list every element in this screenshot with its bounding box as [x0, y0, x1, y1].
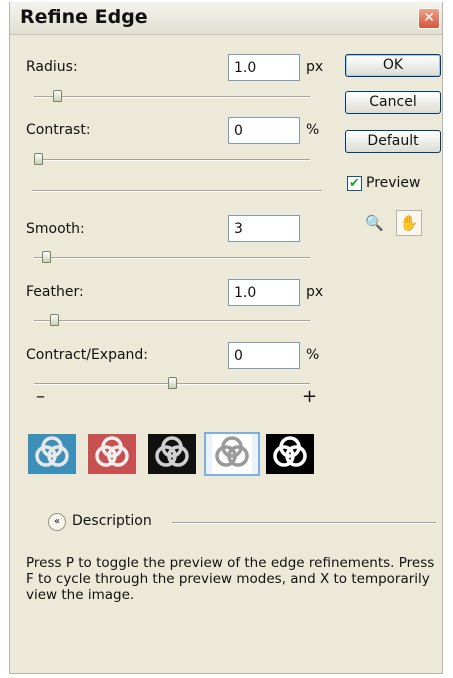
smooth-label: Smooth: — [26, 221, 85, 237]
contrast-input[interactable] — [228, 117, 300, 144]
contract-expand-unit: % — [306, 347, 320, 363]
close-icon[interactable]: ✕ — [418, 8, 440, 29]
refine-edge-dialog: Refine Edge ✕ Radius: px Contrast: % Smo… — [9, 2, 443, 674]
preview-mode-quick-mask[interactable] — [88, 434, 136, 474]
smooth-slider-track[interactable] — [34, 251, 310, 263]
contrast-unit: % — [306, 122, 320, 138]
smooth-input[interactable] — [228, 215, 300, 242]
hand-icon[interactable]: ✋ — [396, 210, 422, 236]
description-divider — [172, 522, 436, 524]
default-button[interactable]: Default — [345, 130, 441, 153]
description-toggle-icon[interactable]: « — [48, 513, 66, 531]
radius-slider-thumb[interactable] — [52, 90, 62, 102]
plus-label: + — [302, 386, 318, 407]
contrast-slider-thumb[interactable] — [34, 153, 43, 165]
section-divider — [32, 190, 322, 192]
preview-label[interactable]: Preview — [366, 175, 421, 191]
description-text: Press P to toggle the preview of the edg… — [26, 555, 435, 603]
feather-slider-thumb[interactable] — [50, 314, 60, 326]
radius-unit: px — [306, 59, 324, 75]
preview-mode-on-white[interactable] — [204, 432, 260, 476]
contrast-slider-track[interactable] — [34, 153, 310, 165]
preview-mode-mask[interactable] — [266, 434, 314, 474]
feather-slider-track[interactable] — [34, 314, 310, 326]
preview-mode-standard[interactable] — [28, 434, 76, 474]
contrast-label: Contrast: — [26, 122, 91, 138]
contract-expand-slider-thumb[interactable] — [167, 377, 177, 389]
radius-slider-track[interactable] — [34, 90, 310, 102]
radius-input[interactable] — [228, 54, 300, 81]
minus-label: – — [36, 386, 45, 407]
magnifier-icon[interactable]: 🔍 — [365, 214, 384, 232]
preview-mode-on-black[interactable] — [148, 434, 196, 474]
cancel-button[interactable]: Cancel — [345, 91, 441, 114]
title-bar: Refine Edge ✕ — [10, 2, 442, 35]
smooth-slider-thumb[interactable] — [42, 251, 51, 263]
contract-expand-label: Contract/Expand: — [26, 347, 149, 363]
contract-expand-slider-track[interactable] — [34, 377, 310, 389]
preview-checkbox[interactable]: ✔ — [347, 176, 362, 191]
feather-unit: px — [306, 284, 324, 300]
dialog-title: Refine Edge — [20, 6, 148, 28]
contract-expand-input[interactable] — [228, 342, 300, 369]
radius-label: Radius: — [26, 59, 78, 75]
ok-button[interactable]: OK — [345, 54, 441, 77]
feather-label: Feather: — [26, 284, 84, 300]
description-label: Description — [72, 513, 152, 529]
feather-input[interactable] — [228, 279, 300, 306]
